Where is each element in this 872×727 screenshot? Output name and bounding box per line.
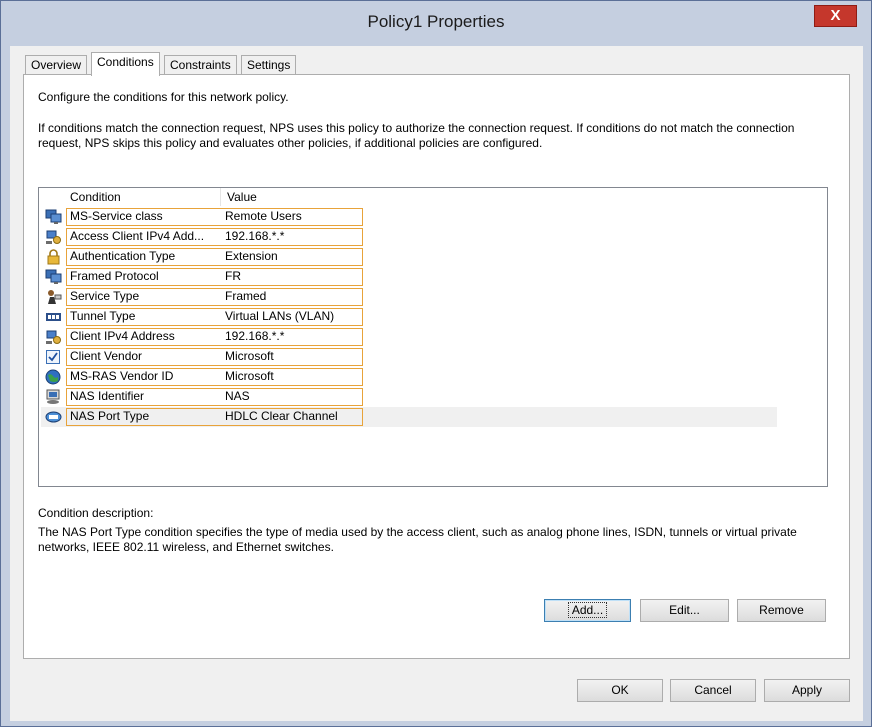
condition-name: NAS Port Type [70,409,150,423]
condition-row[interactable]: Client Vendor Microsoft [41,347,777,367]
conditions-panel: Configure the conditions for this networ… [23,74,850,659]
intro-text: Configure the conditions for this networ… [38,90,289,104]
lock-icon [45,249,62,265]
condition-name: Client IPv4 Address [70,329,175,343]
tunnel-icon [45,309,62,325]
condition-row[interactable]: MS-RAS Vendor ID Microsoft [41,367,777,387]
column-header-value[interactable]: Value [227,190,257,204]
ip-address-icon [45,229,62,245]
tab-constraints[interactable]: Constraints [164,55,237,75]
condition-value: Microsoft [225,349,274,363]
condition-name: Client Vendor [70,349,143,363]
tab-overview[interactable]: Overview [25,55,88,75]
description-text: The NAS Port Type condition specifies th… [38,525,797,554]
service-type-icon [45,289,62,305]
globe-icon [45,369,62,385]
condition-value: 192.168.*.* [225,229,285,243]
condition-value: Extension [225,249,278,263]
condition-row[interactable]: NAS Port Type HDLC Clear Channel [41,407,777,427]
condition-name: MS-Service class [70,209,163,223]
add-button[interactable]: Add... [544,599,631,622]
condition-name: Authentication Type [70,249,176,263]
condition-name: Access Client IPv4 Add... [70,229,205,243]
add-button-label: Add... [567,602,608,618]
list-header: Condition Value [39,188,827,206]
condition-name: Framed Protocol [70,269,159,283]
column-header-condition[interactable]: Condition [70,190,121,204]
dialog-client-area: Overview Conditions Constraints Settings… [10,46,863,721]
condition-name: Tunnel Type [70,309,136,323]
condition-value: HDLC Clear Channel [225,409,338,423]
condition-row[interactable]: NAS Identifier NAS [41,387,777,407]
window-title: Policy1 Properties [367,12,505,31]
condition-value: Microsoft [225,369,274,383]
ok-button[interactable]: OK [577,679,663,702]
port-type-icon [45,409,62,425]
description-label: Condition description: [38,506,154,520]
properties-window: Policy1 Properties X Overview Conditions… [0,0,872,727]
condition-name: NAS Identifier [70,389,145,403]
condition-name: MS-RAS Vendor ID [70,369,174,383]
condition-row[interactable]: Client IPv4 Address 192.168.*.* [41,327,777,347]
condition-row[interactable]: Authentication Type Extension [41,247,777,267]
network-computer-icon [45,269,62,285]
condition-row[interactable]: MS-Service class Remote Users [41,207,777,227]
explanation-text: If conditions match the connection reque… [38,121,795,150]
nas-identifier-icon [45,389,62,405]
tab-settings[interactable]: Settings [241,55,297,75]
edit-button[interactable]: Edit... [640,599,729,622]
condition-row[interactable]: Tunnel Type Virtual LANs (VLAN) [41,307,777,327]
condition-value: Remote Users [225,209,302,223]
condition-row[interactable]: Access Client IPv4 Add... 192.168.*.* [41,227,777,247]
cancel-button[interactable]: Cancel [670,679,756,702]
condition-value: Virtual LANs (VLAN) [225,309,335,323]
tab-conditions[interactable]: Conditions [91,52,160,76]
condition-row[interactable]: Framed Protocol FR [41,267,777,287]
close-button[interactable]: X [814,5,857,27]
network-computer-icon [45,209,62,225]
condition-value: 192.168.*.* [225,329,285,343]
condition-value: FR [225,269,241,283]
checkbox-icon [45,349,62,365]
ip-address-icon [45,329,62,345]
column-divider[interactable] [220,188,221,206]
conditions-listview[interactable]: Condition Value MS-Service class Remote … [38,187,828,487]
condition-value: NAS [225,389,250,403]
title-bar[interactable]: Policy1 Properties X [1,1,871,45]
apply-button[interactable]: Apply [764,679,850,702]
remove-button[interactable]: Remove [737,599,826,622]
condition-row[interactable]: Service Type Framed [41,287,777,307]
condition-name: Service Type [70,289,140,303]
condition-value: Framed [225,289,267,303]
